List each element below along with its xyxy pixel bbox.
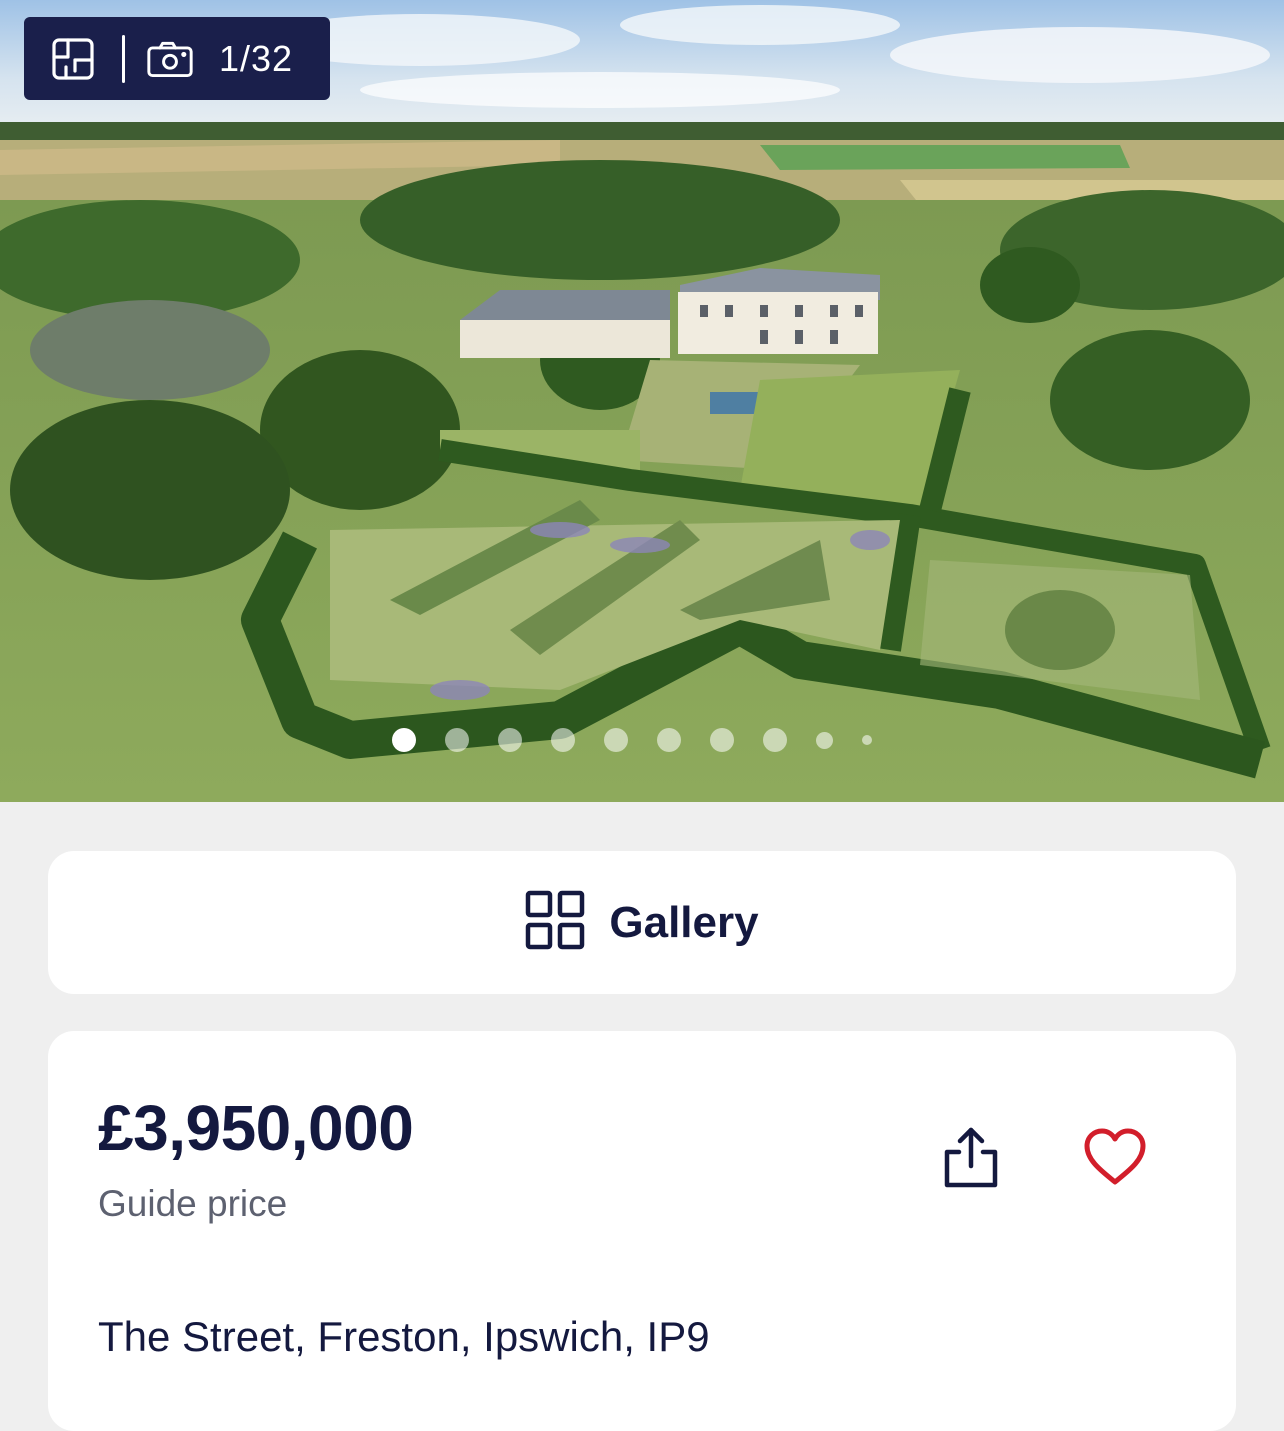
- aerial-estate-photo: [0, 0, 1284, 802]
- chip-divider: [122, 34, 125, 83]
- favourite-button[interactable]: [1083, 1127, 1147, 1187]
- camera-icon[interactable]: [147, 36, 193, 82]
- carousel-dot-active[interactable]: [392, 728, 416, 752]
- listing-price: £3,950,000: [98, 1092, 414, 1164]
- carousel-dot[interactable]: [445, 728, 469, 752]
- gallery-button[interactable]: Gallery: [48, 851, 1236, 994]
- carousel-dot[interactable]: [551, 728, 575, 752]
- price-qualifier: Guide price: [98, 1183, 288, 1224]
- photo-counter: 1/32: [219, 37, 294, 79]
- heart-icon: [1083, 1128, 1147, 1191]
- carousel-dot[interactable]: [710, 728, 734, 752]
- carousel-dots: [392, 728, 901, 752]
- carousel-dot[interactable]: [763, 728, 787, 752]
- share-button[interactable]: [941, 1126, 1001, 1190]
- grid-icon: [525, 890, 585, 955]
- carousel-dot[interactable]: [498, 728, 522, 752]
- carousel-dot[interactable]: [657, 728, 681, 752]
- gallery-label: Gallery: [609, 897, 759, 947]
- hero-photo[interactable]: 1/32: [0, 0, 1284, 802]
- carousel-dot[interactable]: [816, 731, 833, 749]
- listing-summary-card: £3,950,000 Guide price The Street, Frest…: [48, 1031, 1236, 1431]
- floorplan-icon[interactable]: [50, 36, 96, 82]
- photo-counter-chip[interactable]: 1/32: [24, 17, 330, 100]
- share-icon: [941, 1127, 1001, 1194]
- listing-address: The Street, Freston, Ipswich, IP9: [98, 1313, 710, 1360]
- carousel-dot[interactable]: [604, 728, 628, 752]
- carousel-dot[interactable]: [862, 735, 872, 745]
